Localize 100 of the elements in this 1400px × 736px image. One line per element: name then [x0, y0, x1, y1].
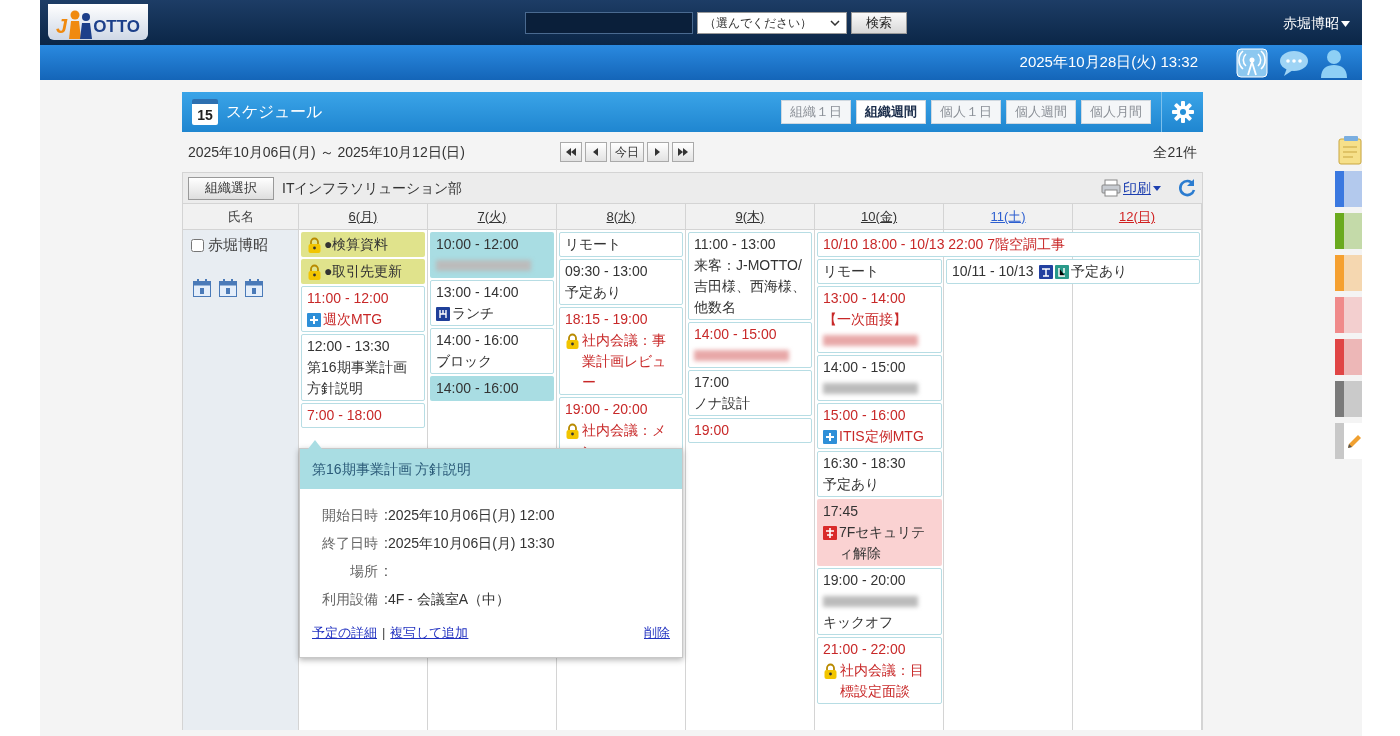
- event-time: 19:00 - 20:00: [565, 400, 648, 419]
- popup-link[interactable]: 予定の詳細: [312, 623, 377, 643]
- event-time: 14:00 - 16:00: [436, 379, 519, 398]
- event-time: 13:00 - 14:00: [436, 283, 519, 302]
- event-title: 第16期事業計画方針説明: [307, 358, 408, 398]
- alert-square-icon: [823, 525, 837, 540]
- event-title: 10/10 18:00 - 10/13 22:00 7階空調工事: [823, 235, 1066, 254]
- day-link[interactable]: 7(火): [477, 206, 507, 227]
- logo[interactable]: J OTTO: [48, 4, 149, 40]
- people-logo-drawing: [67, 9, 94, 39]
- event-time: 10/11 - 10/13: [952, 262, 1034, 281]
- next-button[interactable]: [647, 142, 669, 162]
- event-card[interactable]: 14:00 - 15:00: [817, 355, 942, 401]
- last-button[interactable]: [672, 142, 694, 162]
- event-card[interactable]: 17:45 7Fセキュリティ解除: [817, 499, 942, 566]
- event-card[interactable]: 10:00 - 12:00: [430, 232, 554, 278]
- event-card[interactable]: 17:00 ノナ設計: [688, 370, 812, 416]
- event-time: 7:00 - 18:00: [307, 406, 382, 425]
- event-title: ランチ: [452, 304, 494, 323]
- print-link[interactable]: 印刷: [1123, 177, 1161, 199]
- event-card[interactable]: 14:00 - 15:00: [688, 322, 812, 368]
- field-value: :2025年10月06日(月) 13:30: [384, 533, 555, 553]
- event-card[interactable]: 14:00 - 16:00: [430, 376, 554, 401]
- antenna-icon: [1236, 47, 1268, 78]
- prev-button[interactable]: [585, 142, 607, 162]
- day-link[interactable]: 9(木): [735, 206, 765, 227]
- color-tab[interactable]: [1335, 171, 1362, 207]
- category-dropdown[interactable]: （選んでください）: [697, 12, 847, 34]
- member-checkbox[interactable]: [191, 238, 204, 252]
- event-title: 週次MTG: [323, 310, 383, 329]
- event-card[interactable]: ●検算資料: [301, 232, 425, 257]
- event-title: ●取引先更新: [324, 262, 403, 281]
- event-title: リモート: [823, 262, 879, 281]
- first-button[interactable]: [560, 142, 582, 162]
- event-card[interactable]: 19:00 - 20:00 キックオフ: [817, 568, 942, 635]
- field-value: :2025年10月06日(月) 12:00: [384, 505, 555, 525]
- note-icon: [1338, 135, 1362, 165]
- event-card[interactable]: 15:00 - 16:00 ITIS定例MTG: [817, 403, 942, 449]
- event-card[interactable]: 11:00 - 12:00 週次MTG: [301, 286, 425, 332]
- event-time: 17:00: [694, 373, 730, 392]
- org-name: ITインフラソリューション部: [282, 178, 463, 198]
- pencil-tab[interactable]: [1335, 423, 1362, 459]
- event-time: 11:00 - 12:00: [307, 289, 389, 308]
- event-card[interactable]: 12:00 - 13:30 第16期事業計画方針説明: [301, 334, 425, 401]
- column-header: 氏名: [227, 207, 254, 226]
- event-time: 19:00: [694, 421, 730, 440]
- padlock-icon: [307, 236, 322, 253]
- event-card[interactable]: 13:00 - 14:00 ランチ: [430, 280, 554, 326]
- color-tab[interactable]: [1335, 339, 1362, 375]
- color-tab[interactable]: [1335, 255, 1362, 291]
- event-card[interactable]: 11:00 - 13:00 来客：J-MOTTO/吉田様、西海様、他数名: [688, 232, 812, 320]
- event-time: 17:45: [823, 502, 859, 521]
- event-card[interactable]: 10/10 18:00 - 10/13 22:00 7階空調工事: [817, 232, 1200, 257]
- user-menu[interactable]: 赤堀博昭: [1283, 13, 1350, 34]
- field-label: 開始日時: [322, 505, 378, 525]
- square-badge-icon: [1039, 264, 1054, 279]
- view-tab[interactable]: 組織週間: [856, 100, 926, 124]
- search-field[interactable]: [525, 12, 693, 34]
- day-link[interactable]: 8(水): [606, 206, 636, 227]
- square-badge-icon: [436, 306, 450, 321]
- today-button[interactable]: 今日: [610, 142, 644, 162]
- event-card[interactable]: 14:00 - 16:00 ブロック: [430, 328, 554, 374]
- color-tab[interactable]: [1335, 213, 1362, 249]
- event-card[interactable]: 18:15 - 19:00 社内会議：事業計画レビュー: [559, 307, 683, 395]
- event-time: 21:00 - 22:00: [823, 640, 906, 659]
- schedule-title: スケジュール: [226, 102, 322, 122]
- color-tab[interactable]: [1335, 381, 1362, 417]
- dropdown-value: （選んでください）: [704, 15, 812, 32]
- org-select-button[interactable]: 組織選択: [188, 176, 274, 200]
- event-card[interactable]: 19:00: [688, 418, 812, 443]
- day-link[interactable]: 11(土): [990, 206, 1026, 227]
- event-card[interactable]: 21:00 - 22:00 社内会議：目標設定面談: [817, 637, 942, 704]
- event-card[interactable]: リモート: [817, 259, 942, 284]
- padlock-icon: [565, 422, 580, 439]
- event-card[interactable]: 16:30 - 18:30 予定あり: [817, 451, 942, 497]
- event-card[interactable]: 13:00 - 14:00 【一次面接】: [817, 286, 942, 353]
- chevron-down-icon: [830, 20, 840, 26]
- event-title: 社内会議：目標設定面談: [840, 661, 925, 701]
- search-button[interactable]: 検索: [851, 12, 907, 34]
- event-card[interactable]: 09:30 - 13:00 予定あり: [559, 259, 683, 305]
- event-title: 【一次面接】: [823, 310, 907, 329]
- plus-square-icon: [307, 312, 321, 327]
- event-card[interactable]: 10/11 - 10/13 予定あり: [946, 259, 1200, 284]
- settings-icon: [1171, 101, 1194, 123]
- day-link[interactable]: 6(月): [348, 206, 378, 227]
- double-left-arrow-icon: [565, 147, 577, 157]
- delete-link[interactable]: 削除: [644, 623, 670, 643]
- event-time: 14:00 - 15:00: [823, 358, 906, 377]
- event-time: 18:15 - 19:00: [565, 310, 648, 329]
- event-card[interactable]: 7:00 - 18:00: [301, 403, 425, 428]
- popup-link[interactable]: 複写して追加: [390, 623, 469, 643]
- pencil-icon: [1345, 432, 1361, 450]
- event-card[interactable]: ●取引先更新: [301, 259, 425, 284]
- color-tab[interactable]: [1335, 297, 1362, 333]
- event-time: 10:00 - 12:00: [436, 235, 519, 254]
- day-link[interactable]: 10(金): [860, 206, 898, 227]
- person-icon: [1320, 47, 1348, 78]
- day-link[interactable]: 12(日): [1118, 206, 1156, 227]
- event-card[interactable]: リモート: [559, 232, 683, 257]
- event-time: 13:00 - 14:00: [823, 289, 906, 308]
